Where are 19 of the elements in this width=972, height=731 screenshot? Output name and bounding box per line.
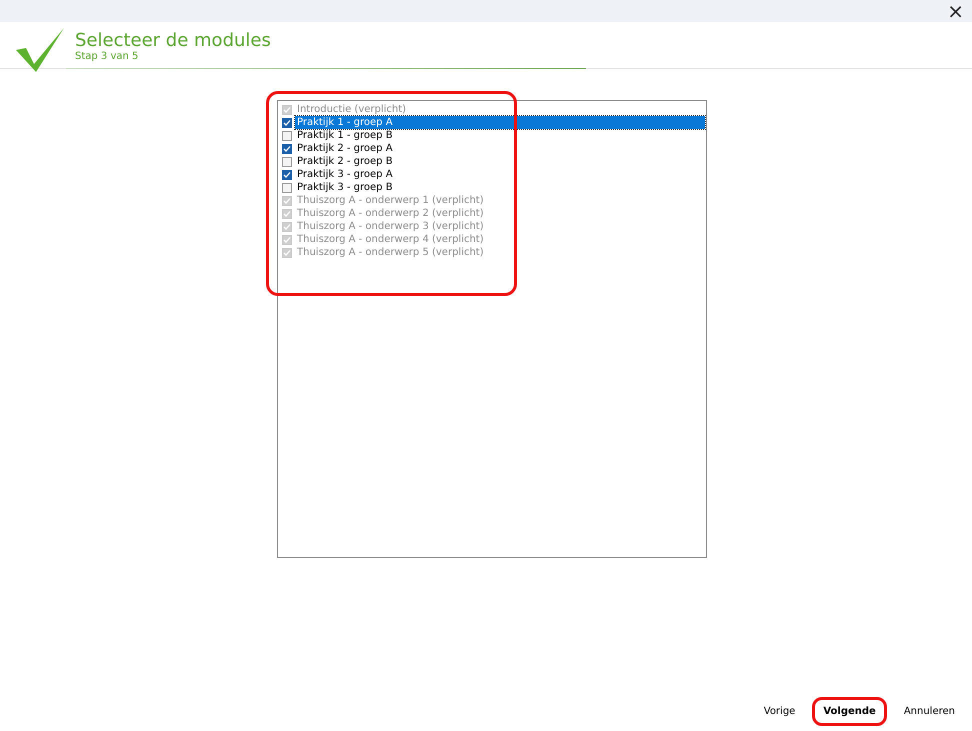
module-item[interactable]: Praktijk 2 - groep A bbox=[295, 142, 395, 155]
wizard-button[interactable]: Vorige bbox=[752, 696, 806, 726]
wizard-button[interactable]: Volgende bbox=[812, 696, 887, 726]
checkbox[interactable] bbox=[282, 118, 292, 128]
checkbox[interactable] bbox=[282, 170, 292, 180]
checkbox[interactable] bbox=[282, 156, 292, 166]
checkbox[interactable] bbox=[282, 182, 292, 192]
checkbox[interactable] bbox=[282, 130, 292, 140]
step-indicator: Stap 3 van 5 bbox=[75, 51, 140, 63]
checkmark-icon bbox=[16, 28, 66, 72]
page-title: Selecteer de modules bbox=[75, 31, 271, 51]
module-item[interactable]: Praktijk 3 - groep B bbox=[295, 181, 395, 194]
close-button[interactable]: × bbox=[943, 2, 968, 20]
checkbox[interactable] bbox=[282, 144, 292, 154]
module-item[interactable]: Praktijk 2 - groep B bbox=[295, 155, 395, 168]
module-item[interactable]: Praktijk 1 - groep B bbox=[295, 129, 395, 142]
module-item[interactable]: Praktijk 1 - groep A bbox=[295, 116, 705, 129]
wizard-button[interactable]: Annuleren bbox=[892, 696, 966, 726]
module-item[interactable]: Praktijk 3 - groep A bbox=[295, 168, 395, 181]
